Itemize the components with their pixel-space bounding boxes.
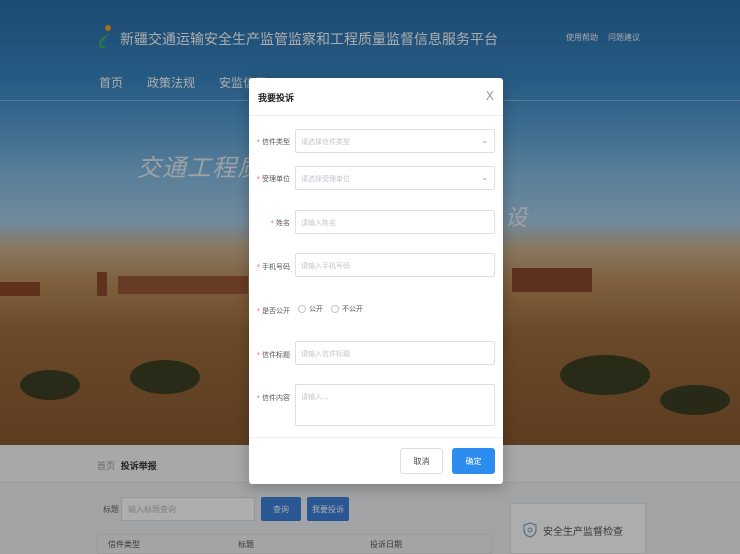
required-mark: * bbox=[256, 394, 261, 402]
label-text: 信件内容 bbox=[262, 394, 290, 402]
phone-input[interactable]: 请输入手机号码 bbox=[295, 253, 495, 277]
field-label-public: * 是否公开 bbox=[257, 306, 291, 316]
required-mark: * bbox=[256, 351, 261, 359]
radio-private[interactable]: 不公开 bbox=[331, 304, 363, 314]
content-textarea[interactable]: 请输入... bbox=[295, 384, 495, 426]
required-mark: * bbox=[256, 138, 261, 146]
field-label-subject: * 信件标题 bbox=[257, 350, 291, 360]
name-input[interactable]: 请输入姓名 bbox=[295, 210, 495, 234]
required-mark: * bbox=[270, 219, 275, 227]
chevron-down-icon: ⌄ bbox=[481, 173, 488, 182]
radio-circle-icon bbox=[331, 305, 339, 313]
confirm-button[interactable]: 确定 bbox=[452, 448, 495, 474]
radio-public[interactable]: 公开 bbox=[298, 304, 323, 314]
required-mark: * bbox=[256, 263, 261, 271]
label-text: 是否公开 bbox=[262, 307, 290, 315]
radio-circle-icon bbox=[298, 305, 306, 313]
label-text: 信件标题 bbox=[262, 351, 290, 359]
unit-select[interactable]: 请选择受理单位 ⌄ bbox=[295, 166, 495, 190]
radio-label: 公开 bbox=[309, 305, 323, 313]
complaint-modal: 我要投诉 X * 信件类型 请选择信件类型 ⌄ * 受理单位 请选择受理单位 ⌄ *… bbox=[249, 78, 503, 484]
required-mark: * bbox=[256, 307, 261, 315]
label-text: 信件类型 bbox=[262, 138, 290, 146]
subject-input[interactable]: 请输入信件标题 bbox=[295, 341, 495, 365]
field-label-letter-type: * 信件类型 bbox=[257, 137, 291, 147]
divider bbox=[249, 115, 503, 116]
chevron-down-icon: ⌄ bbox=[481, 136, 488, 145]
modal-title: 我要投诉 bbox=[258, 94, 295, 104]
letter-type-select[interactable]: 请选择信件类型 ⌄ bbox=[295, 129, 495, 153]
label-text: 姓名 bbox=[276, 219, 290, 227]
cancel-button[interactable]: 取消 bbox=[400, 448, 443, 474]
close-icon[interactable]: X bbox=[486, 89, 494, 103]
divider bbox=[249, 437, 503, 438]
field-label-content: * 信件内容 bbox=[257, 393, 291, 403]
label-text: 受理单位 bbox=[262, 175, 290, 183]
label-text: 手机号码 bbox=[262, 263, 290, 271]
field-label-unit: * 受理单位 bbox=[257, 174, 291, 184]
radio-label: 不公开 bbox=[342, 305, 363, 313]
public-radio-group: 公开 不公开 bbox=[298, 304, 363, 314]
select-placeholder: 请选择信件类型 bbox=[301, 138, 350, 146]
field-label-name: * 姓名 bbox=[271, 218, 291, 228]
required-mark: * bbox=[256, 175, 261, 183]
select-placeholder: 请选择受理单位 bbox=[301, 175, 350, 183]
field-label-phone: * 手机号码 bbox=[257, 262, 291, 272]
